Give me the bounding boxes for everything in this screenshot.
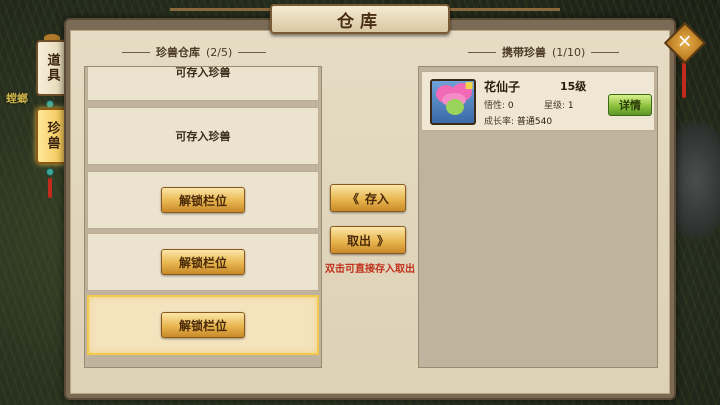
take-out-button-label: 取出 [346,233,371,248]
pet-comprehension: 悟性: 0 [484,98,514,111]
pet-storage-title: 珍兽仓库 [156,46,200,59]
unlock-slot-button[interactable]: 解锁栏位 [161,312,245,338]
pet-card[interactable]: ■ 花仙子 15级 悟性: 0 星级: 1 成长率: 普通540 详情 [421,71,655,131]
pet-name: 花仙子 [484,80,521,94]
window-title-plate: 仓库 [270,4,450,34]
title-ornament-left [170,8,280,26]
growth-label: 成长率: [484,117,515,127]
arrow-right-icon: 》 [377,233,390,248]
background-label: 螳螂 [6,92,28,105]
growth-value: 普通540 [516,117,553,127]
pet-storage-header: 珍兽仓库 (2/5) [122,44,267,60]
pet-storage-count: (2/5) [206,45,233,59]
title-ornament-right [450,8,560,26]
bind-lock-icon: ■ [464,81,474,91]
carried-pets-title: 携带珍兽 [502,46,546,59]
store-button-label: 存入 [365,191,390,206]
header-divider [591,51,620,53]
storage-slot-locked-selected: 解锁栏位 [87,295,319,355]
pet-level: 15级 [560,80,587,93]
star-label: 星级: [544,101,566,111]
pet-star-level: 星级: 1 [544,98,574,111]
slot-empty-text: 可存入珍兽 [175,66,231,79]
tassel-decoration [682,62,686,98]
close-icon: ✕ [677,32,693,53]
pet-detail-button[interactable]: 详情 [608,94,652,116]
pet-avatar: ■ [430,79,476,125]
tab-knob [46,168,54,176]
carried-pets-header: 携带珍兽 (1/10) [468,44,620,60]
header-divider [238,51,267,53]
unlock-slot-button[interactable]: 解锁栏位 [161,249,245,275]
storage-slot-empty[interactable]: 可存入珍兽 [87,66,319,101]
header-divider [122,51,150,53]
take-out-button[interactable]: 取出 》 [330,226,406,254]
carried-pets-list[interactable]: ■ 花仙子 15级 悟性: 0 星级: 1 成长率: 普通540 详情 [418,66,658,368]
comprehension-label: 悟性: [484,101,506,111]
comprehension-value: 0 [507,101,514,111]
store-button[interactable]: 《 存入 [330,184,406,212]
star-value: 1 [567,101,574,111]
storage-slot-locked: 解锁栏位 [87,171,319,229]
storage-slot-empty[interactable]: 可存入珍兽 [87,107,319,165]
unlock-slot-button[interactable]: 解锁栏位 [161,187,245,213]
pet-growth-rate: 成长率: 普通540 [484,114,552,127]
storage-slot-locked: 解锁栏位 [87,233,319,291]
tassel-decoration [48,178,52,198]
tab-knob [46,100,54,108]
pet-face [446,99,464,115]
slot-empty-text: 可存入珍兽 [175,130,231,143]
double-click-hint: 双击可直接存入取出 [325,264,415,275]
header-divider [468,51,496,53]
carried-pets-count: (1/10) [552,45,586,59]
window-title: 仓库 [337,11,383,32]
pet-storage-list[interactable]: 可存入珍兽 可存入珍兽 解锁栏位 解锁栏位 解锁栏位 [84,66,322,368]
arrow-left-icon: 《 [346,191,359,206]
